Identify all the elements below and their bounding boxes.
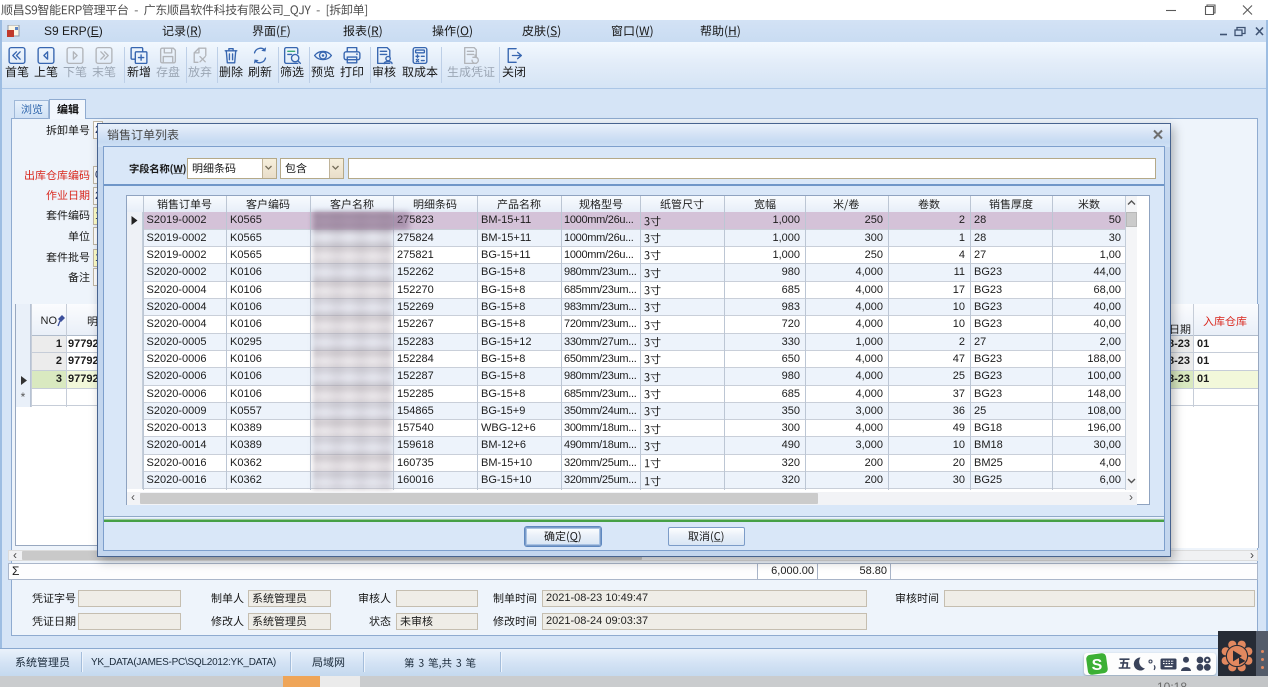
svg-text:S: S [1092, 657, 1103, 674]
